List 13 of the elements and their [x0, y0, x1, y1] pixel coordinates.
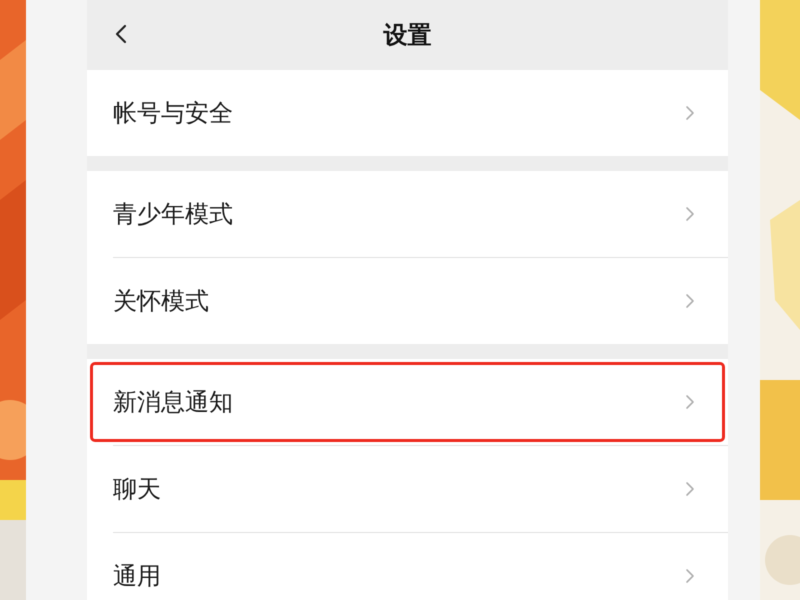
settings-row[interactable]: 帐号与安全	[87, 70, 728, 156]
settings-row[interactable]: 新消息通知	[87, 359, 728, 445]
row-label: 新消息通知	[113, 387, 233, 418]
row-label: 帐号与安全	[113, 98, 233, 129]
settings-row[interactable]: 青少年模式	[87, 171, 728, 257]
settings-row[interactable]: 通用	[87, 533, 728, 600]
settings-row[interactable]: 聊天	[87, 446, 728, 532]
settings-row[interactable]: 关怀模式	[87, 258, 728, 344]
page-title: 设置	[384, 20, 432, 51]
row-label: 青少年模式	[113, 199, 233, 230]
row-label: 通用	[113, 561, 161, 592]
row-label: 关怀模式	[113, 286, 209, 317]
row-label: 聊天	[113, 474, 161, 505]
